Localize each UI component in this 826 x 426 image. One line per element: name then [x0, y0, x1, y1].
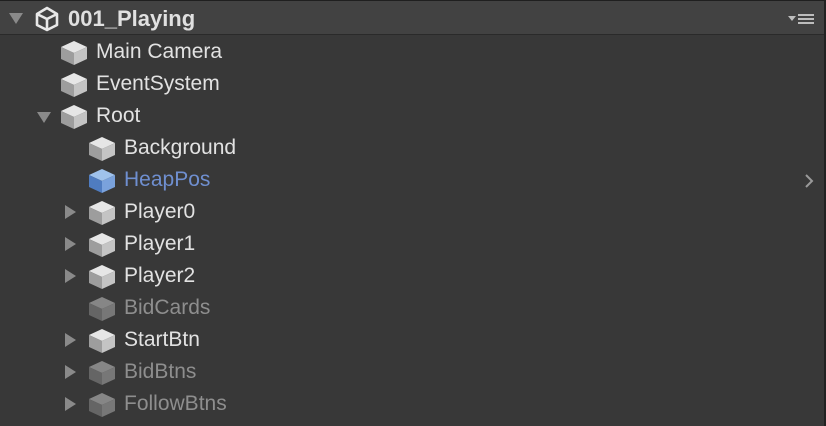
hierarchy-item[interactable]: Main Camera: [0, 36, 824, 68]
hierarchy-item[interactable]: FollowBtns: [0, 388, 824, 420]
hierarchy-item-label: EventSystem: [96, 72, 220, 95]
hierarchy-item-label: BidCards: [124, 296, 211, 319]
gameobject-cube-icon: [88, 232, 116, 263]
collapse-arrow-icon[interactable]: [65, 397, 77, 416]
collapse-arrow-icon[interactable]: [65, 333, 77, 352]
hierarchy-item-label: StartBtn: [124, 328, 200, 351]
gameobject-cube-icon: [88, 136, 116, 167]
hierarchy-item-label: FollowBtns: [124, 392, 227, 415]
gameobject-cube-icon: [60, 40, 88, 71]
hierarchy-item[interactable]: BidCards: [0, 292, 824, 324]
collapse-arrow-icon[interactable]: [65, 269, 77, 288]
hierarchy-panel: 001_Playing Main Camera EventSystem Root…: [0, 0, 826, 426]
gameobject-cube-icon: [88, 392, 116, 423]
expand-arrow-icon[interactable]: [37, 111, 51, 129]
hierarchy-item-label: Player0: [124, 200, 196, 223]
hierarchy-item[interactable]: Background: [0, 132, 824, 164]
hierarchy-item-label: Player1: [124, 232, 196, 255]
hierarchy-item[interactable]: Player2: [0, 260, 824, 292]
collapse-arrow-icon[interactable]: [65, 365, 77, 384]
hierarchy-item-label: Root: [96, 104, 141, 127]
hamburger-menu-icon[interactable]: [788, 12, 814, 30]
hierarchy-item[interactable]: Player1: [0, 228, 824, 260]
hierarchy-item-label: Player2: [124, 264, 196, 287]
hierarchy-item-label: BidBtns: [124, 360, 197, 383]
scene-title: 001_Playing: [68, 6, 196, 31]
unity-logo-icon: [34, 6, 60, 37]
gameobject-cube-icon: [60, 104, 88, 135]
hierarchy-item[interactable]: StartBtn: [0, 324, 824, 356]
hierarchy-item[interactable]: Player0: [0, 196, 824, 228]
hierarchy-item-label: Background: [124, 136, 237, 159]
gameobject-cube-icon: [60, 72, 88, 103]
gameobject-cube-icon: [88, 328, 116, 359]
gameobject-cube-icon: [88, 296, 116, 327]
hierarchy-item-label: HeapPos: [124, 168, 211, 191]
expand-arrow-icon[interactable]: [9, 12, 23, 30]
collapse-arrow-icon[interactable]: [65, 237, 77, 256]
hierarchy-item[interactable]: Root: [0, 100, 824, 132]
hierarchy-item[interactable]: HeapPos: [0, 164, 824, 196]
chevron-right-icon[interactable]: [804, 173, 814, 194]
gameobject-cube-icon: [88, 200, 116, 231]
gameobject-cube-icon: [88, 264, 116, 295]
prefab-cube-icon: [88, 168, 116, 199]
collapse-arrow-icon[interactable]: [65, 205, 77, 224]
hierarchy-item-label: Main Camera: [96, 40, 223, 63]
gameobject-cube-icon: [88, 360, 116, 391]
hierarchy-item[interactable]: EventSystem: [0, 68, 824, 100]
scene-header[interactable]: 001_Playing: [0, 1, 824, 35]
hierarchy-item[interactable]: BidBtns: [0, 356, 824, 388]
